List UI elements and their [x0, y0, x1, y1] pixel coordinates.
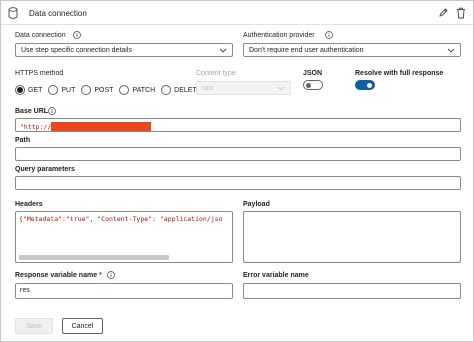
info-icon[interactable]: [325, 31, 333, 39]
radio-patch-label: PATCH: [132, 86, 156, 94]
response-variable-label: Response variable name *: [15, 272, 102, 279]
radio-put[interactable]: PUT: [48, 85, 75, 95]
base-url-value: "http://: [20, 122, 52, 131]
radio-get-label: GET: [28, 86, 43, 94]
radio-dot: [81, 85, 92, 95]
content-type-value: raw: [202, 85, 214, 92]
payload-textarea[interactable]: [243, 211, 461, 263]
chevron-down-icon: [219, 48, 227, 53]
required-mark: *: [99, 272, 102, 279]
path-input[interactable]: [15, 147, 461, 161]
dialog-frame: Data connection Data connection Use step…: [0, 0, 474, 342]
auth-provider-value: Don't require end user authentication: [249, 47, 364, 54]
query-parameters-input[interactable]: [15, 176, 461, 190]
redacted-block: [51, 122, 152, 131]
delete-icon[interactable]: [456, 7, 466, 19]
content-type-select: raw: [196, 81, 291, 95]
radio-dot: [48, 85, 59, 95]
radio-patch[interactable]: PATCH: [119, 85, 155, 95]
info-icon[interactable]: [48, 107, 56, 115]
info-icon[interactable]: [73, 31, 81, 39]
base-url-input[interactable]: "http://: [15, 118, 461, 132]
radio-dot: [15, 85, 25, 95]
chevron-down-icon: [277, 86, 285, 91]
radio-get[interactable]: GET: [15, 85, 42, 95]
data-connection-value: Use step specific connection details: [21, 47, 132, 54]
radio-post[interactable]: POST: [81, 85, 113, 95]
headers-textarea[interactable]: {"Metadata":"true", "Content-Type": "app…: [15, 211, 233, 263]
response-variable-value: res: [20, 287, 30, 294]
database-icon: [8, 7, 18, 19]
auth-provider-label: Authentication provider: [243, 32, 315, 39]
response-variable-label-text: Response variable name: [15, 272, 98, 279]
save-button: Save: [15, 318, 53, 334]
path-label: Path: [15, 137, 31, 144]
query-parameters-label: Query parameters: [15, 166, 75, 173]
toggle-knob: [306, 82, 311, 88]
resolve-label: Resolve with full response: [355, 70, 444, 77]
dialog-title: Data connection: [29, 9, 87, 18]
data-connection-label: Data connection: [15, 32, 66, 39]
radio-put-label: PUT: [61, 86, 76, 94]
headers-label: Headers: [15, 201, 43, 208]
auth-provider-select[interactable]: Don't require end user authentication: [243, 43, 461, 57]
horizontal-scrollbar[interactable]: [19, 255, 169, 260]
https-method-label: HTTPS method: [15, 70, 64, 77]
radio-post-label: POST: [94, 86, 114, 94]
https-method-radio-group: GET PUT POST PATCH DELETE: [15, 84, 207, 96]
content-type-label: Content type: [196, 70, 236, 77]
error-variable-label: Error variable name: [243, 272, 309, 279]
edit-icon[interactable]: [438, 7, 449, 18]
base-url-label: Base URL: [15, 108, 49, 115]
toggle-knob: [367, 82, 372, 88]
headers-value: {"Metadata":"true", "Content-Type": "app…: [19, 215, 223, 223]
dialog-header: Data connection: [1, 1, 473, 25]
radio-dot: [161, 85, 172, 95]
info-icon[interactable]: [107, 271, 115, 279]
payload-label: Payload: [243, 201, 270, 208]
error-variable-input[interactable]: [243, 283, 461, 299]
cancel-button[interactable]: Cancel: [62, 318, 103, 334]
chevron-down-icon: [447, 48, 455, 53]
resolve-toggle[interactable]: [355, 80, 375, 90]
json-label: JSON: [303, 70, 323, 77]
response-variable-input[interactable]: res: [15, 283, 233, 299]
json-toggle[interactable]: [303, 80, 323, 90]
radio-dot: [119, 85, 130, 95]
data-connection-select[interactable]: Use step specific connection details: [15, 43, 233, 57]
